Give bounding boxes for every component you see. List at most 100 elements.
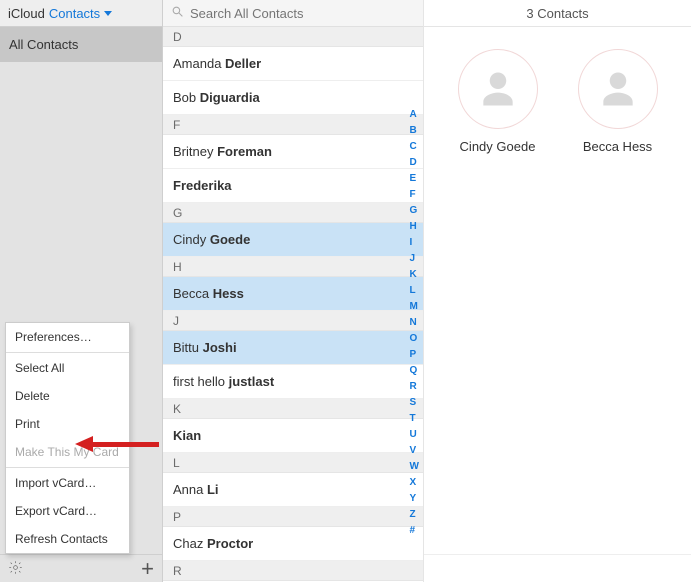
contact-first: Amanda: [173, 56, 225, 71]
section-header: J: [163, 311, 423, 331]
contact-first: Chaz: [173, 536, 207, 551]
menu-print[interactable]: Print: [6, 410, 129, 438]
gear-icon[interactable]: [8, 560, 23, 578]
avatar-icon: [458, 49, 538, 129]
search-bar: [163, 0, 423, 27]
contact-first: Cindy: [173, 232, 210, 247]
contact-last: Proctor: [207, 536, 253, 551]
contact-name: Frederika: [173, 178, 232, 193]
avatar-icon: [578, 49, 658, 129]
avatars-row: Cindy Goede Becca Hess: [424, 27, 691, 164]
alpha-index-letter[interactable]: Q: [410, 365, 419, 376]
avatar-name: Cindy Goede: [460, 139, 536, 154]
avatar[interactable]: Cindy Goede: [458, 49, 538, 154]
alpha-index-letter[interactable]: C: [410, 141, 419, 152]
contact-last: Deller: [225, 56, 261, 71]
alpha-index-letter[interactable]: Y: [410, 493, 419, 504]
alpha-index-letter[interactable]: H: [410, 221, 419, 232]
alpha-index-letter[interactable]: V: [410, 445, 419, 456]
alpha-index-letter[interactable]: K: [410, 269, 419, 280]
alpha-index-letter[interactable]: J: [410, 253, 419, 264]
menu-export-vcard[interactable]: Export vCard…: [6, 497, 129, 525]
alpha-index-letter[interactable]: S: [410, 397, 419, 408]
menu-import-vcard[interactable]: Import vCard…: [6, 469, 129, 497]
detail-column: 3 Contacts Cindy Goede Becca Hess: [424, 0, 691, 582]
contact-row[interactable]: Britney Foreman: [163, 135, 423, 169]
sidebar-footer: +: [0, 554, 162, 582]
detail-divider: [424, 554, 691, 582]
alpha-index-letter[interactable]: G: [410, 205, 419, 216]
alpha-index-letter[interactable]: D: [410, 157, 419, 168]
menu-separator: [6, 352, 129, 353]
sidebar-header: iCloud Contacts: [0, 0, 162, 27]
alpha-index-letter[interactable]: I: [410, 237, 419, 248]
contact-last: Joshi: [203, 340, 237, 355]
alpha-index-letter[interactable]: E: [410, 173, 419, 184]
alpha-index-letter[interactable]: O: [410, 333, 419, 344]
avatar-name: Becca Hess: [583, 139, 652, 154]
alpha-index[interactable]: ABCDEFGHIJKLMNOPQRSTUVWXYZ #: [410, 109, 419, 536]
alpha-index-letter[interactable]: #: [410, 525, 419, 536]
contact-last: Hess: [213, 286, 244, 301]
contact-row[interactable]: Kian: [163, 419, 423, 453]
alpha-index-letter[interactable]: U: [410, 429, 419, 440]
menu-refresh[interactable]: Refresh Contacts: [6, 525, 129, 553]
alpha-index-letter[interactable]: M: [410, 301, 419, 312]
contact-scroll-area[interactable]: DAmanda DellerBob DiguardiaFBritney Fore…: [163, 27, 423, 582]
contact-row[interactable]: Bittu Joshi: [163, 331, 423, 365]
menu-make-card: Make This My Card: [6, 438, 129, 466]
section-header: R: [163, 561, 423, 581]
alpha-index-letter[interactable]: Z: [410, 509, 419, 520]
menu-preferences[interactable]: Preferences…: [6, 323, 129, 351]
contact-row[interactable]: Bob Diguardia: [163, 81, 423, 115]
alpha-index-letter[interactable]: T: [410, 413, 419, 424]
alpha-index-letter[interactable]: R: [410, 381, 419, 392]
alpha-index-letter[interactable]: X: [410, 477, 419, 488]
alpha-index-letter[interactable]: W: [410, 461, 419, 472]
contact-first: Britney: [173, 144, 217, 159]
contact-row[interactable]: Amanda Deller: [163, 47, 423, 81]
gear-context-menu: Preferences… Select All Delete Print Mak…: [5, 322, 130, 554]
section-dropdown-label: Contacts: [49, 6, 100, 21]
contact-last: justlast: [229, 374, 275, 389]
contact-first: first hello: [173, 374, 229, 389]
alpha-index-letter[interactable]: A: [410, 109, 419, 120]
contact-row[interactable]: Chaz Proctor: [163, 527, 423, 561]
contact-first: Anna: [173, 482, 207, 497]
section-header: G: [163, 203, 423, 223]
sidebar-item-all-contacts[interactable]: All Contacts: [0, 27, 162, 62]
section-header: L: [163, 453, 423, 473]
section-header: D: [163, 27, 423, 47]
search-input[interactable]: [190, 6, 415, 21]
contact-row[interactable]: first hello justlast: [163, 365, 423, 399]
alpha-index-letter[interactable]: P: [410, 349, 419, 360]
menu-delete[interactable]: Delete: [6, 382, 129, 410]
contact-first: Becca: [173, 286, 213, 301]
alpha-index-letter[interactable]: B: [410, 125, 419, 136]
avatar[interactable]: Becca Hess: [578, 49, 658, 154]
plus-icon[interactable]: +: [141, 558, 154, 580]
search-icon: [171, 5, 184, 21]
section-header: P: [163, 507, 423, 527]
section-dropdown[interactable]: Contacts: [49, 6, 112, 21]
section-header: F: [163, 115, 423, 135]
detail-title: 3 Contacts: [424, 0, 691, 27]
alpha-index-letter[interactable]: F: [410, 189, 419, 200]
contact-list-column: DAmanda DellerBob DiguardiaFBritney Fore…: [163, 0, 424, 582]
contact-name: Kian: [173, 428, 201, 443]
contact-first: Bittu: [173, 340, 203, 355]
contact-last: Li: [207, 482, 219, 497]
icloud-label: iCloud: [8, 6, 45, 21]
menu-separator: [6, 467, 129, 468]
contact-row[interactable]: Anna Li: [163, 473, 423, 507]
alpha-index-letter[interactable]: N: [410, 317, 419, 328]
contact-last: Diguardia: [200, 90, 260, 105]
contact-row[interactable]: Becca Hess: [163, 277, 423, 311]
contact-first: Bob: [173, 90, 200, 105]
contact-last: Foreman: [217, 144, 272, 159]
contact-row[interactable]: Frederika: [163, 169, 423, 203]
section-header: K: [163, 399, 423, 419]
alpha-index-letter[interactable]: L: [410, 285, 419, 296]
menu-select-all[interactable]: Select All: [6, 354, 129, 382]
contact-row[interactable]: Cindy Goede: [163, 223, 423, 257]
